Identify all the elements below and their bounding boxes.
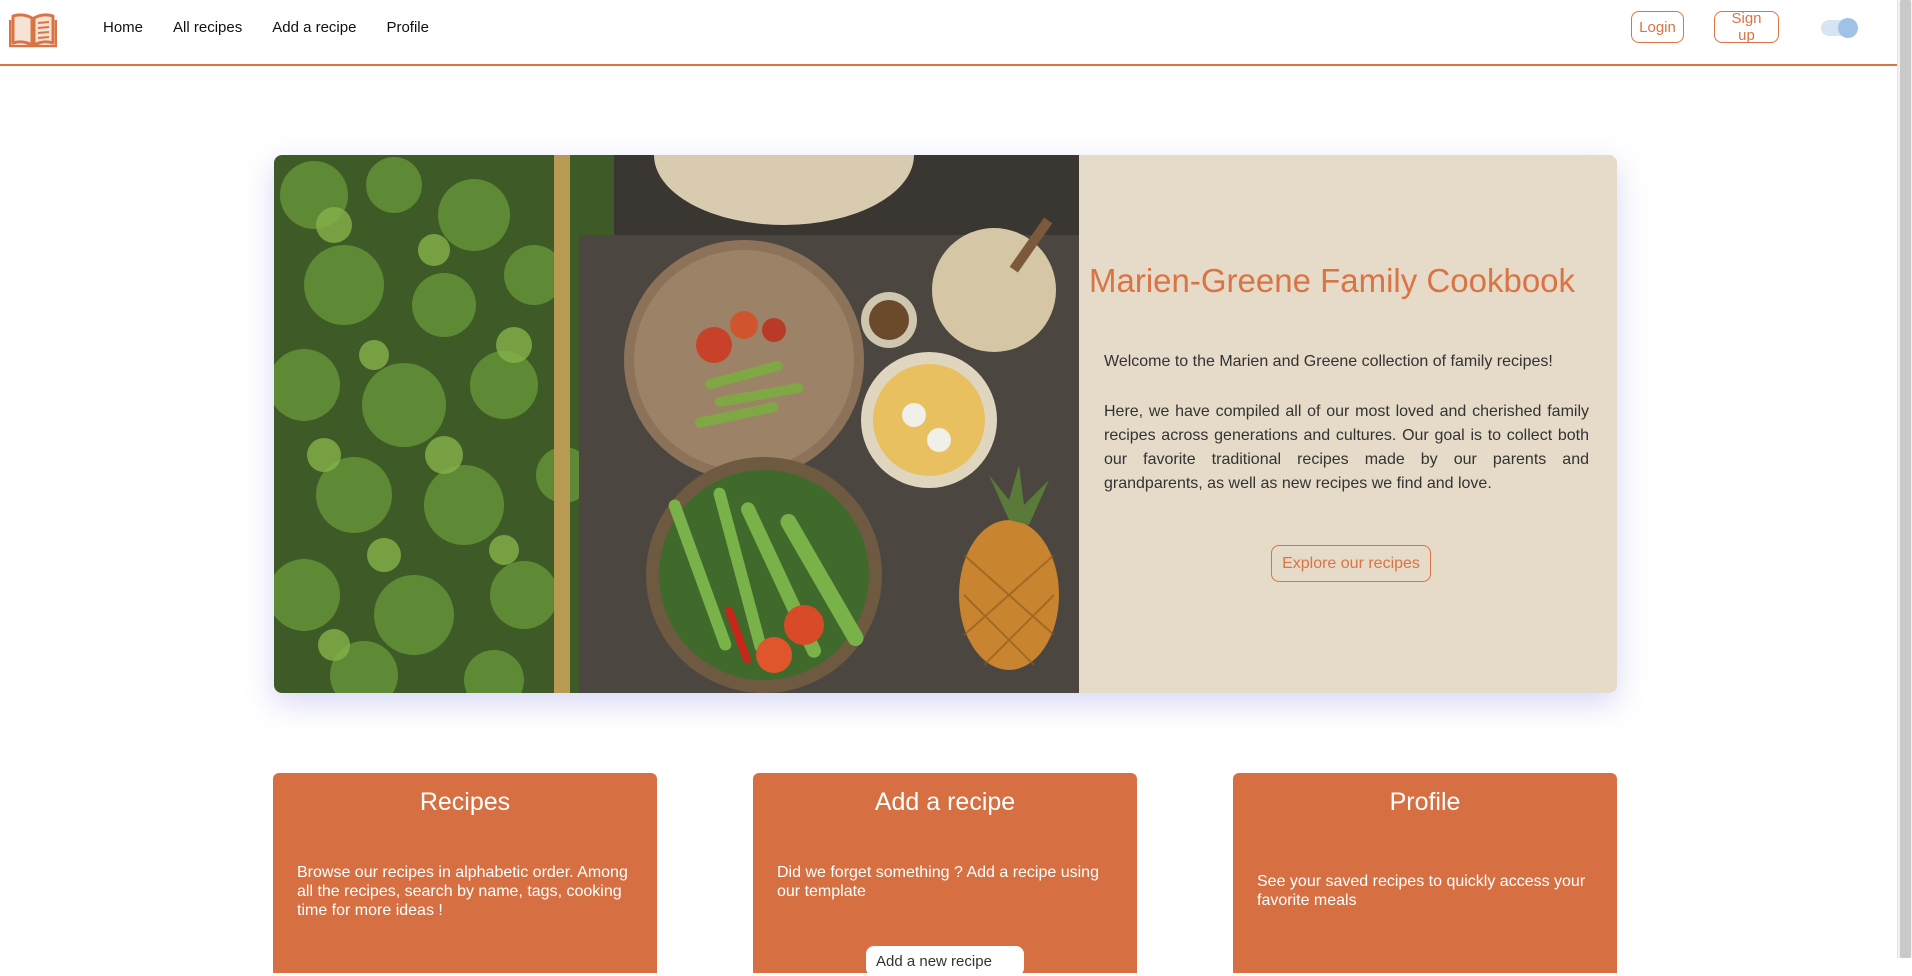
recipes-card-title: Recipes	[419, 788, 511, 816]
hero-image	[274, 155, 1079, 693]
page-scrollbar[interactable]	[1897, 0, 1912, 958]
hero-text-panel: Marien-Greene Family Cookbook Welcome to…	[1089, 155, 1604, 693]
nav-link-all-recipes[interactable]: All recipes	[173, 19, 242, 36]
hero-welcome-text: Welcome to the Marien and Greene collect…	[1104, 353, 1553, 370]
hero-card: Marien-Greene Family Cookbook Welcome to…	[274, 155, 1617, 693]
add-recipe-card-title: Add a recipe	[874, 788, 1016, 816]
add-recipe-card: Add a recipe Did we forget something ? A…	[753, 773, 1137, 976]
theme-toggle[interactable]	[1821, 18, 1858, 38]
scrollbar-thumb[interactable]	[1900, 0, 1911, 958]
nav-link-add-recipe[interactable]: Add a recipe	[272, 19, 356, 36]
recipes-card: Recipes Browse our recipes in alphabetic…	[273, 773, 657, 973]
profile-card-text: See your saved recipes to quickly access…	[1257, 873, 1586, 909]
explore-recipes-button[interactable]: Explore our recipes	[1271, 545, 1431, 582]
profile-card: Profile See your saved recipes to quickl…	[1233, 773, 1617, 973]
login-button[interactable]: Login	[1631, 11, 1684, 43]
hero-body-text: Here, we have compiled all of our most l…	[1104, 403, 1589, 492]
theme-toggle-knob	[1838, 18, 1858, 38]
add-recipe-card-text: Did we forget something ? Add a recipe u…	[777, 864, 1099, 900]
add-new-recipe-button[interactable]: Add a new recipe	[866, 946, 1024, 976]
recipes-card-text: Browse our recipes in alphabetic order. …	[297, 864, 628, 919]
navbar: Home All recipes Add a recipe Profile Lo…	[0, 0, 1897, 66]
hero-title: Marien-Greene Family Cookbook	[1089, 262, 1576, 299]
open-book-icon[interactable]	[8, 10, 58, 48]
profile-card-title: Profile	[1389, 788, 1461, 816]
nav-link-profile[interactable]: Profile	[386, 19, 429, 36]
nav-links: Home All recipes Add a recipe Profile	[103, 19, 459, 36]
signup-button[interactable]: Sign up	[1714, 10, 1779, 44]
nav-link-home[interactable]: Home	[103, 19, 143, 36]
